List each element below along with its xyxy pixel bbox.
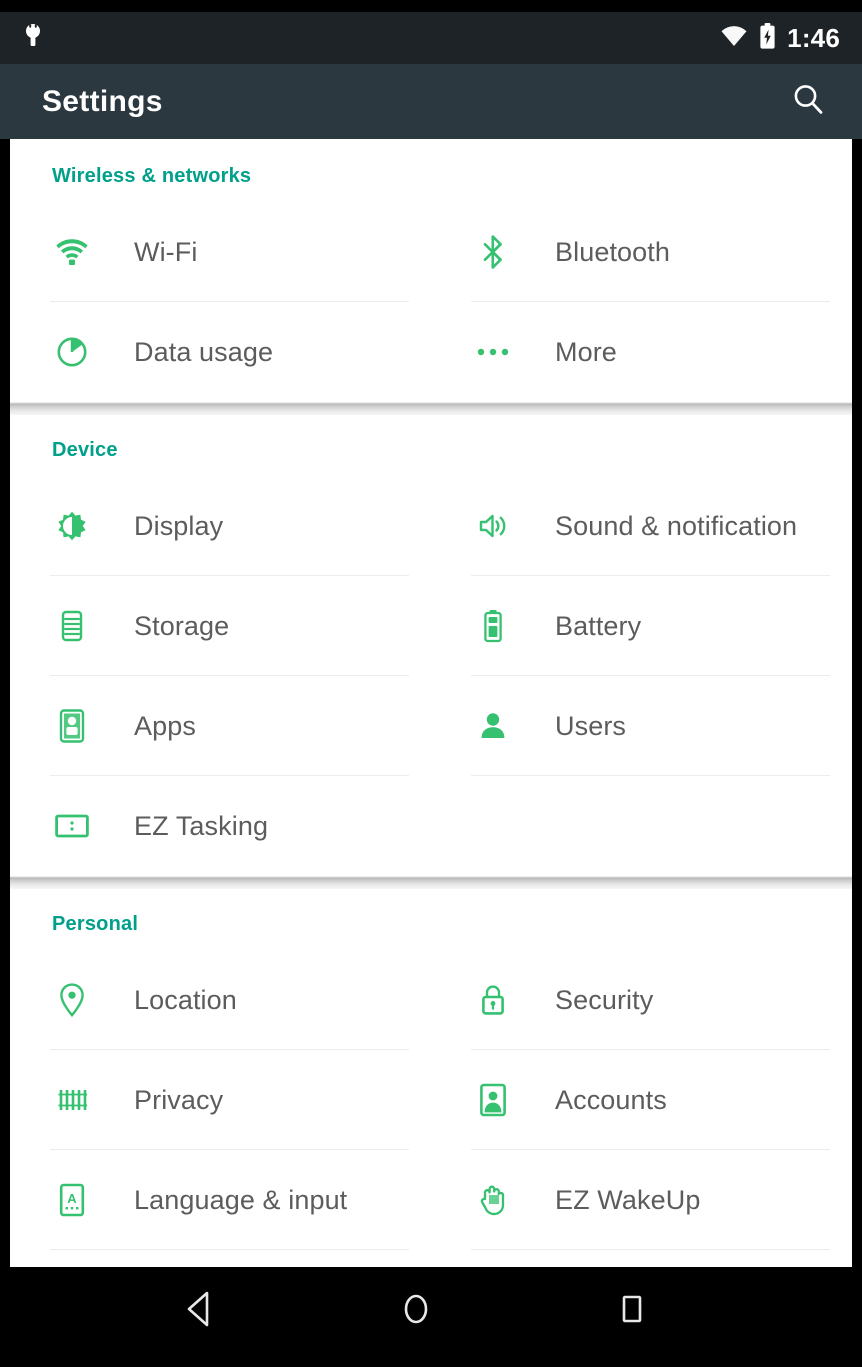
settings-item-accounts[interactable]: Accounts — [431, 1050, 852, 1150]
settings-item-display[interactable]: Display — [10, 476, 431, 576]
settings-item-users[interactable]: Users — [431, 676, 852, 776]
nav-home-button[interactable] — [384, 1279, 448, 1343]
keyboard-language-icon: A — [50, 1183, 94, 1217]
bluetooth-icon — [471, 235, 515, 269]
split-screen-icon — [50, 813, 94, 839]
battery-charging-icon — [759, 22, 776, 54]
wifi-icon — [50, 237, 94, 267]
settings-item-label: Wi-Fi — [134, 236, 198, 267]
settings-item-bluetooth[interactable]: Bluetooth — [431, 202, 852, 302]
status-bar: 1:46 — [0, 0, 862, 64]
section-divider — [10, 402, 852, 415]
settings-item-ez-wakeup[interactable]: EZ WakeUp — [431, 1150, 852, 1250]
settings-item-language-input[interactable]: A Language & input — [10, 1150, 431, 1250]
settings-item-location[interactable]: Location — [10, 950, 431, 1050]
svg-text:A: A — [67, 1191, 77, 1206]
more-dots-icon — [471, 347, 515, 357]
settings-item-data-usage[interactable]: Data usage — [10, 302, 431, 402]
back-triangle-icon — [183, 1290, 217, 1333]
wifi-signal-icon — [720, 25, 748, 52]
nav-back-button[interactable] — [168, 1279, 232, 1343]
lock-icon — [471, 984, 515, 1016]
settings-item-wifi[interactable]: Wi-Fi — [10, 202, 431, 302]
section-grid-wireless-networks: Wi-Fi Bluetooth Data usage More — [10, 202, 852, 402]
section-header-wireless-networks: Wireless & networks — [52, 165, 252, 187]
settings-item-apps[interactable]: Apps — [10, 676, 431, 776]
settings-item-label: EZ Tasking — [134, 810, 269, 841]
search-button[interactable] — [780, 74, 836, 130]
battery-icon — [471, 609, 515, 643]
location-pin-icon — [50, 983, 94, 1017]
section-divider — [10, 876, 852, 889]
settings-item-label: Accounts — [555, 1084, 667, 1115]
recents-square-icon — [615, 1290, 649, 1333]
storage-disc-icon — [50, 610, 94, 642]
action-bar-actions — [780, 74, 836, 130]
settings-item-storage[interactable]: Storage — [10, 576, 431, 676]
settings-item-label: Data usage — [134, 336, 274, 367]
settings-item-more[interactable]: More — [431, 302, 852, 402]
settings-item-security[interactable]: Security — [431, 950, 852, 1050]
brightness-icon — [50, 510, 94, 542]
settings-item-label: Apps — [134, 710, 196, 741]
settings-item-label: Location — [134, 984, 237, 1015]
bottom-bezel — [0, 1355, 862, 1367]
settings-item-label: Battery — [555, 610, 642, 641]
settings-item-label: EZ WakeUp — [555, 1184, 701, 1215]
section-wireless-networks: Wireless & networks Wi-Fi Bluetooth Data… — [10, 139, 852, 402]
android-device-screen: 1:46 Settings Wireless & networks Wi-Fi … — [0, 0, 862, 1367]
settings-item-label: More — [555, 336, 617, 367]
usb-debugging-icon — [24, 23, 42, 54]
settings-item-label: Users — [555, 710, 627, 741]
settings-item-label: Language & input — [134, 1184, 348, 1215]
data-usage-icon — [50, 336, 94, 368]
navigation-bar — [0, 1267, 862, 1355]
section-grid-device: Display Sound & notification Storage Bat… — [10, 476, 852, 876]
settings-item-label: Storage — [134, 610, 230, 641]
settings-item-label: Sound & notification — [555, 510, 798, 541]
settings-item-privacy[interactable]: Privacy — [10, 1050, 431, 1150]
action-bar: Settings — [0, 64, 862, 139]
home-circle-icon — [399, 1290, 433, 1333]
apps-android-icon — [50, 709, 94, 743]
section-header-device: Device — [52, 439, 118, 461]
settings-item-battery[interactable]: Battery — [431, 576, 852, 676]
grid-empty-cell — [431, 776, 852, 876]
settings-item-ez-tasking[interactable]: EZ Tasking — [10, 776, 431, 876]
search-icon — [791, 82, 825, 121]
settings-item-label: Display — [134, 510, 224, 541]
status-bar-left-icons — [24, 23, 42, 54]
hand-tap-icon — [471, 1183, 515, 1217]
settings-item-label: Bluetooth — [555, 236, 670, 267]
status-bar-right-icons: 1:46 — [720, 22, 840, 54]
page-title: Settings — [42, 84, 163, 118]
settings-item-sound-notification[interactable]: Sound & notification — [431, 476, 852, 576]
fingerprint-bars-icon — [50, 1087, 94, 1113]
section-header-personal: Personal — [52, 913, 139, 935]
volume-icon — [471, 510, 515, 542]
settings-list[interactable]: Wireless & networks Wi-Fi Bluetooth Data… — [0, 139, 862, 1267]
settings-item-label: Privacy — [134, 1084, 224, 1115]
status-bar-clock: 1:46 — [787, 23, 840, 53]
person-icon — [471, 711, 515, 741]
account-card-icon — [471, 1083, 515, 1117]
section-grid-personal: Location Security Privacy Accounts A Lan… — [10, 950, 852, 1250]
settings-item-label: Security — [555, 984, 654, 1015]
nav-recents-button[interactable] — [600, 1279, 664, 1343]
section-personal: Personal Location Security Privacy Accou… — [10, 889, 852, 1250]
section-device: Device Display Sound & notification Stor… — [10, 415, 852, 876]
